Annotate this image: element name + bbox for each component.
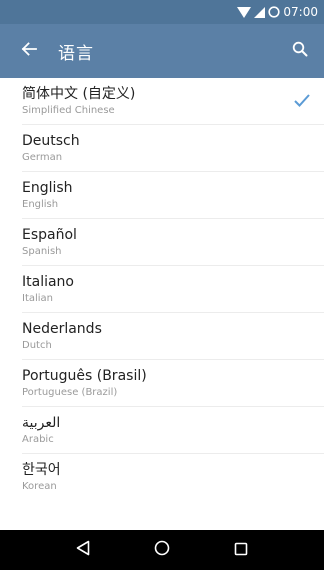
language-item-simplified-chinese[interactable]: 简体中文 (自定义) Simplified Chinese	[0, 78, 324, 125]
nav-back-button[interactable]	[63, 530, 103, 570]
language-subtitle: Portuguese (Brazil)	[22, 387, 118, 398]
language-item-portuguese-brazil[interactable]: Português (Brasil) Portuguese (Brazil)	[0, 360, 324, 407]
language-subtitle: Simplified Chinese	[22, 105, 115, 116]
language-subtitle: Spanish	[22, 246, 62, 257]
language-item-dutch[interactable]: Nederlands Dutch	[0, 313, 324, 360]
status-bar: 07:00	[0, 0, 324, 24]
language-subtitle: Arabic	[22, 434, 54, 445]
language-subtitle: English	[22, 199, 59, 210]
back-triangle-icon	[76, 540, 90, 560]
search-button[interactable]	[276, 24, 324, 78]
language-name: Español	[22, 227, 77, 243]
language-name: Nederlands	[22, 321, 102, 337]
language-item-korean[interactable]: 한국어 Korean	[0, 454, 324, 501]
wifi-icon	[237, 6, 252, 18]
language-item-spanish[interactable]: Español Spanish	[0, 219, 324, 266]
page-title: 语言	[58, 43, 94, 64]
language-name: English	[22, 180, 73, 196]
recents-square-icon	[234, 541, 248, 560]
app-bar: 语言	[0, 24, 324, 78]
home-circle-icon	[154, 540, 170, 560]
language-item-italian[interactable]: Italiano Italian	[0, 266, 324, 313]
nav-home-button[interactable]	[142, 530, 182, 570]
signal-icon	[254, 6, 266, 18]
nav-recents-button[interactable]	[221, 530, 261, 570]
language-name: Deutsch	[22, 133, 80, 149]
language-item-english[interactable]: English English	[0, 172, 324, 219]
language-subtitle: Korean	[22, 481, 57, 492]
language-name: Português (Brasil)	[22, 368, 147, 384]
language-name: 한국어	[22, 462, 61, 478]
language-name: Italiano	[22, 274, 74, 290]
status-time: 07:00	[283, 5, 318, 19]
language-name: العربية	[22, 415, 61, 431]
language-list: 简体中文 (自定义) Simplified Chinese Deutsch Ge…	[0, 78, 324, 530]
language-item-arabic[interactable]: العربية Arabic	[0, 407, 324, 454]
language-subtitle: Dutch	[22, 340, 52, 351]
language-subtitle: German	[22, 152, 63, 163]
checkmark-icon	[294, 92, 310, 111]
battery-icon	[268, 6, 281, 18]
language-item-german[interactable]: Deutsch German	[0, 125, 324, 172]
search-icon	[292, 41, 308, 61]
language-name: 简体中文 (自定义)	[22, 86, 136, 102]
language-subtitle: Italian	[22, 293, 54, 304]
back-button[interactable]	[0, 24, 58, 78]
arrow-left-icon	[21, 41, 37, 61]
navigation-bar	[0, 530, 324, 570]
